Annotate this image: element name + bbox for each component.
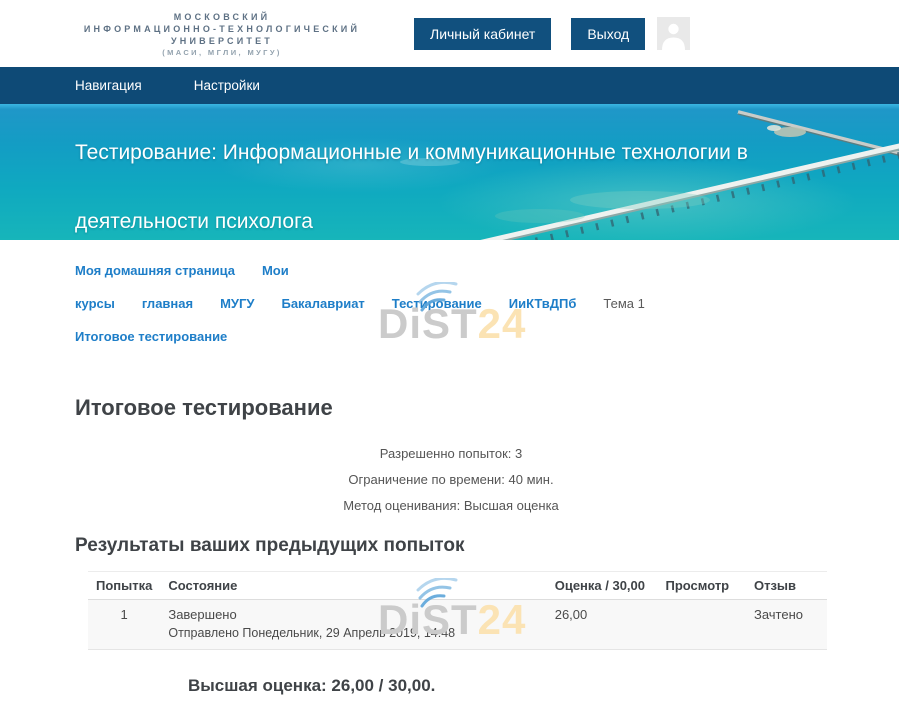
course-banner: Тестирование: Информационные и коммуника…	[0, 104, 899, 240]
table-header-row: Попытка Состояние Оценка / 30,00 Просмот…	[88, 572, 827, 600]
breadcrumb-main[interactable]: главная	[142, 296, 193, 311]
breadcrumb-mugu[interactable]: МУГУ	[220, 296, 254, 311]
logo-line: ИНФОРМАЦИОННО-ТЕХНОЛОГИЧЕСКИЙ	[62, 23, 382, 35]
university-logo[interactable]: МОСКОВСКИЙ ИНФОРМАЦИОННО-ТЕХНОЛОГИЧЕСКИЙ…	[62, 11, 382, 57]
cell-feedback: Зачтено	[746, 600, 827, 650]
col-header-state: Состояние	[160, 572, 546, 600]
cell-grade: 26,00	[547, 600, 658, 650]
quiz-grading-method: Метод оценивания: Высшая оценка	[75, 493, 827, 519]
avatar[interactable]	[657, 17, 690, 50]
table-row: 1 Завершено Отправлено Понедельник, 29 А…	[88, 600, 827, 650]
breadcrumb-bachelor[interactable]: Бакалавриат	[281, 296, 364, 311]
user-silhouette-icon	[657, 17, 690, 50]
col-header-feedback: Отзыв	[746, 572, 827, 600]
logo-subtitle: (МАСИ, МГЛИ, МУГУ)	[62, 48, 382, 57]
breadcrumb-testing[interactable]: Тестирование	[392, 296, 482, 311]
logo-line: МОСКОВСКИЙ	[62, 11, 382, 23]
breadcrumb: Моя домашняя страницаМои курсыглавнаяМУГ…	[75, 254, 827, 353]
site-header: МОСКОВСКИЙ ИНФОРМАЦИОННО-ТЕХНОЛОГИЧЕСКИЙ…	[0, 0, 899, 67]
state-submitted-date: Отправлено Понедельник, 29 Апрель 2019, …	[168, 626, 538, 640]
personal-cabinet-button[interactable]: Личный кабинет	[414, 18, 551, 50]
breadcrumb-home[interactable]: Моя домашняя страница	[75, 263, 235, 278]
results-table: Попытка Состояние Оценка / 30,00 Просмот…	[88, 571, 827, 650]
col-header-attempt: Попытка	[88, 572, 160, 600]
col-header-review: Просмотр	[657, 572, 746, 600]
cell-attempt-number: 1	[88, 600, 160, 650]
breadcrumb-iiktvdpb[interactable]: ИиКТвДПб	[509, 296, 577, 311]
nav-item-settings[interactable]: Настройки	[194, 78, 260, 93]
quiz-time-limit: Ограничение по времени: 40 мин.	[75, 467, 827, 493]
breadcrumb-final-test[interactable]: Итоговое тестирование	[75, 329, 227, 344]
col-header-grade: Оценка / 30,00	[547, 572, 658, 600]
main-navbar: Навигация Настройки	[0, 67, 899, 104]
cell-state: Завершено Отправлено Понедельник, 29 Апр…	[160, 600, 546, 650]
logo-line: УНИВЕРСИТЕТ	[62, 35, 382, 47]
page-content: DiST24 Моя домашняя страницаМои курсыгла…	[0, 240, 899, 701]
breadcrumb-topic1: Тема 1	[603, 296, 644, 311]
cell-review	[657, 600, 746, 650]
quiz-attempts-allowed: Разрешенно попыток: 3	[75, 441, 827, 467]
nav-item-navigation[interactable]: Навигация	[75, 78, 142, 93]
header-buttons: Личный кабинет Выход	[414, 18, 645, 50]
results-heading: Результаты ваших предыдущих попыток	[75, 535, 827, 557]
page-title: Итоговое тестирование	[75, 395, 827, 421]
best-grade-line: Высшая оценка: 26,00 / 30,00.	[188, 676, 827, 696]
logout-button[interactable]: Выход	[571, 18, 645, 50]
quiz-info: Разрешенно попыток: 3 Ограничение по вре…	[75, 441, 827, 519]
state-finished: Завершено	[168, 607, 538, 622]
course-title: Тестирование: Информационные и коммуника…	[75, 118, 765, 240]
